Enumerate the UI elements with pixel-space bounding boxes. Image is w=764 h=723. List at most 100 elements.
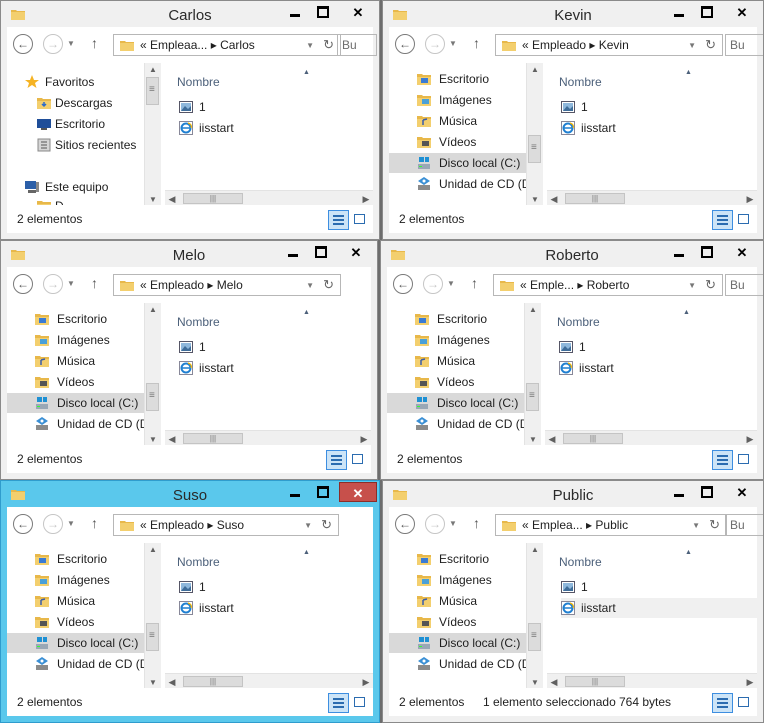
nav-item-computer[interactable]: Este equipo xyxy=(7,177,145,197)
scroll-thumb[interactable]: ||| xyxy=(183,676,243,687)
refresh-icon[interactable]: ↻ xyxy=(323,37,334,53)
recent-locations-dropdown[interactable]: ▼ xyxy=(67,39,75,48)
forward-button[interactable]: → xyxy=(43,274,63,294)
nav-item-music-folder[interactable]: Música xyxy=(389,591,527,611)
address-dropdown-icon[interactable]: ▼ xyxy=(692,521,700,530)
column-header-name[interactable]: Nombre xyxy=(177,75,220,89)
address-dropdown-icon[interactable]: ▼ xyxy=(304,521,312,530)
address-dropdown-icon[interactable]: ▼ xyxy=(688,41,696,50)
up-button[interactable]: ↑ xyxy=(473,515,480,531)
maximize-button[interactable] xyxy=(309,482,337,502)
nav-item-desktop-folder[interactable]: Escritorio xyxy=(7,309,145,329)
column-header-name[interactable]: Nombre xyxy=(559,555,602,569)
nav-item-music-folder[interactable]: Música xyxy=(389,111,527,131)
refresh-icon[interactable]: ↻ xyxy=(323,277,334,293)
forward-button[interactable]: → xyxy=(425,34,445,54)
close-button[interactable]: ✕ xyxy=(339,2,377,22)
address-bar[interactable]: « Empleado ▸ Kevin ▼ ↻ xyxy=(495,34,723,56)
scroll-thumb[interactable] xyxy=(146,77,159,105)
nav-vertical-scrollbar[interactable]: ▲ ▼ xyxy=(144,543,161,690)
explorer-window-kevin[interactable]: Kevin ✕ ← → ▼ ↑ « Empleado ▸ Kevin ▼ ↻ B… xyxy=(382,0,764,240)
breadcrumb[interactable]: « Empleado ▸ Melo xyxy=(140,278,243,292)
nav-item-pictures-folder[interactable]: Imágenes xyxy=(389,90,527,110)
maximize-button[interactable] xyxy=(307,242,335,262)
nav-vertical-scrollbar[interactable]: ▲ ▼ xyxy=(144,63,161,207)
nav-item-cd-drive[interactable]: Unidad de CD (D: xyxy=(387,414,525,434)
up-button[interactable]: ↑ xyxy=(91,515,98,531)
scroll-thumb[interactable] xyxy=(528,623,541,651)
recent-locations-dropdown[interactable]: ▼ xyxy=(449,39,457,48)
file-item[interactable]: 1 xyxy=(561,577,757,597)
nav-item-music-folder[interactable]: Música xyxy=(387,351,525,371)
navigation-pane[interactable]: Escritorio Imágenes Música Vídeos Disco loca… xyxy=(389,63,543,207)
close-button[interactable]: ✕ xyxy=(723,2,761,22)
explorer-window-melo[interactable]: Melo ✕ ← → ▼ ↑ « Empleado ▸ Melo ▼ ↻ Esc… xyxy=(0,240,378,480)
nav-item-cd-drive[interactable]: Unidad de CD (D: xyxy=(7,414,145,434)
nav-item-pictures-folder[interactable]: Imágenes xyxy=(7,570,145,590)
address-dropdown-icon[interactable]: ▼ xyxy=(306,41,314,50)
details-view-button[interactable] xyxy=(712,450,733,470)
nav-item-drive[interactable]: Disco local (C:) xyxy=(7,393,145,413)
up-button[interactable]: ↑ xyxy=(471,275,478,291)
minimize-button[interactable] xyxy=(665,242,693,262)
recent-locations-dropdown[interactable]: ▼ xyxy=(447,279,455,288)
nav-item-pictures-folder[interactable]: Imágenes xyxy=(389,570,527,590)
nav-item-cd-drive[interactable]: Unidad de CD (D: xyxy=(7,654,145,674)
up-button[interactable]: ↑ xyxy=(91,35,98,51)
nav-item-videos-folder[interactable]: Vídeos xyxy=(7,612,145,632)
minimize-button[interactable] xyxy=(665,482,693,502)
scroll-thumb[interactable] xyxy=(146,623,159,651)
explorer-window-carlos[interactable]: Carlos ✕ ← → ▼ ↑ « Empleaa... ▸ Carlos ▼… xyxy=(0,0,380,240)
large-icons-view-button[interactable] xyxy=(734,450,755,470)
scroll-up-arrow-icon[interactable]: ▲ xyxy=(145,303,161,317)
nav-item-desktop-folder[interactable]: Escritorio xyxy=(389,549,527,569)
breadcrumb[interactable]: « Empleaa... ▸ Carlos xyxy=(140,38,255,52)
nav-vertical-scrollbar[interactable]: ▲ ▼ xyxy=(526,543,543,690)
scroll-up-arrow-icon[interactable]: ▲ xyxy=(527,63,543,77)
nav-item-music-folder[interactable]: Música xyxy=(7,591,145,611)
nav-item-music-folder[interactable]: Música xyxy=(7,351,145,371)
refresh-icon[interactable]: ↻ xyxy=(705,37,716,53)
refresh-icon[interactable]: ↻ xyxy=(709,517,720,533)
scroll-up-arrow-icon[interactable]: ▲ xyxy=(145,543,161,557)
nav-item-drive[interactable]: Disco local (C:) xyxy=(389,633,527,653)
nav-item-star[interactable]: Favoritos xyxy=(7,72,145,92)
maximize-button[interactable] xyxy=(693,242,721,262)
close-button[interactable]: ✕ xyxy=(337,242,375,262)
large-icons-view-button[interactable] xyxy=(734,210,755,230)
file-list[interactable]: ▲ Nombre 1 iisstart ◀ ||| ▶ xyxy=(545,543,757,690)
file-item[interactable]: 1 xyxy=(179,577,373,597)
file-list[interactable]: ▲ Nombre 1 iisstart ◀ ||| ▶ xyxy=(543,303,757,447)
address-bar[interactable]: « Emple... ▸ Roberto ▼ ↻ xyxy=(493,274,723,296)
details-view-button[interactable] xyxy=(328,210,349,230)
minimize-button[interactable] xyxy=(281,482,309,502)
forward-button[interactable]: → xyxy=(425,514,445,534)
up-button[interactable]: ↑ xyxy=(91,275,98,291)
forward-button[interactable]: → xyxy=(423,274,443,294)
file-item[interactable]: iisstart xyxy=(179,358,371,378)
search-input[interactable]: Bu xyxy=(725,514,763,536)
nav-item-downloads-folder[interactable]: Descargas xyxy=(7,93,145,113)
nav-item-videos-folder[interactable]: Vídeos xyxy=(389,612,527,632)
nav-item-cd-drive[interactable]: Unidad de CD (D: xyxy=(389,174,527,194)
scroll-thumb[interactable]: ||| xyxy=(563,433,623,444)
large-icons-view-button[interactable] xyxy=(350,693,371,713)
forward-button[interactable]: → xyxy=(43,514,63,534)
nav-vertical-scrollbar[interactable]: ▲ ▼ xyxy=(524,303,541,447)
large-icons-view-button[interactable] xyxy=(350,210,371,230)
file-item[interactable]: iisstart xyxy=(179,118,373,138)
file-item[interactable]: iisstart xyxy=(179,598,373,618)
nav-vertical-scrollbar[interactable]: ▲ ▼ xyxy=(144,303,161,447)
file-list[interactable]: ▲ Nombre 1 iisstart ◀ ||| ▶ xyxy=(545,63,757,207)
nav-item-pictures-folder[interactable]: Imágenes xyxy=(387,330,525,350)
maximize-button[interactable] xyxy=(693,2,721,22)
file-item[interactable]: 1 xyxy=(559,337,757,357)
details-view-button[interactable] xyxy=(712,210,733,230)
scroll-thumb[interactable]: ||| xyxy=(183,193,243,204)
file-item[interactable]: 1 xyxy=(179,97,373,117)
refresh-icon[interactable]: ↻ xyxy=(321,517,332,533)
column-header-name[interactable]: Nombre xyxy=(177,555,220,569)
close-button[interactable]: ✕ xyxy=(339,482,377,502)
nav-item-drive[interactable]: Disco local (C:) xyxy=(7,633,145,653)
back-button[interactable]: ← xyxy=(395,514,415,534)
